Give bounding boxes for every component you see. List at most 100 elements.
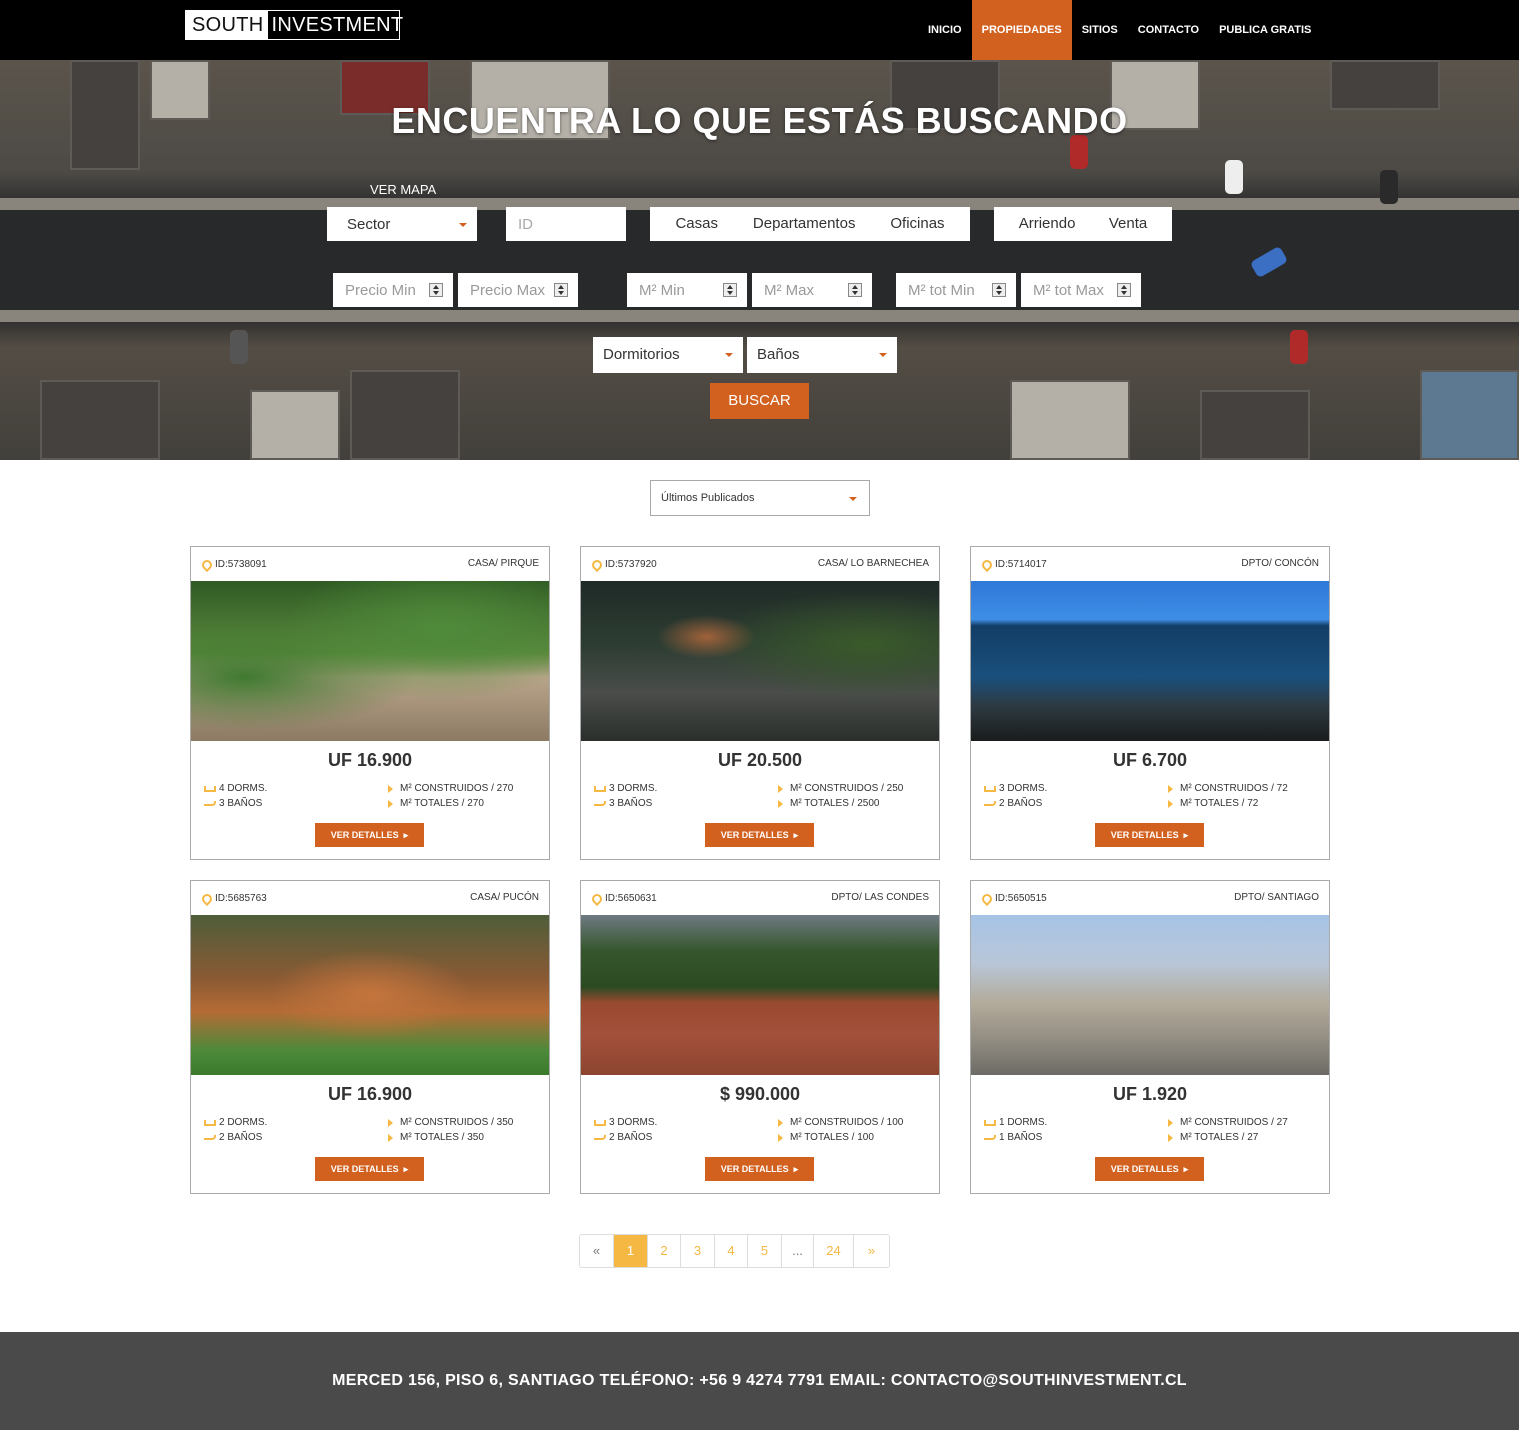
listing-totales-text: M² TOTALES / 27 (1180, 1132, 1259, 1143)
pagination-page-2[interactable]: 2 (648, 1235, 681, 1267)
bed-icon (984, 1119, 996, 1126)
listing-type: CASA/ PIRQUE (467, 558, 539, 569)
nav-item-inicio[interactable]: INICIO (918, 0, 972, 60)
property-type-toggle: Casas Departamentos Oficinas (650, 207, 970, 241)
spinner-icon[interactable] (992, 283, 1006, 297)
bed-icon (594, 1119, 606, 1126)
listing-card[interactable]: ID:5650515 DPTO/ SANTIAGO UF 1.920 1 DOR… (970, 880, 1330, 1194)
pagination-page-last[interactable]: 24 (814, 1235, 854, 1267)
type-option-departamentos[interactable]: Departamentos (743, 206, 866, 242)
m2-max-input[interactable]: M² Max (752, 273, 872, 307)
operation-option-arriendo[interactable]: Arriendo (1009, 206, 1086, 242)
caret-right-icon (1168, 1133, 1173, 1142)
operation-option-venta[interactable]: Venta (1099, 206, 1157, 242)
sort-select[interactable]: Últimos Publicados (650, 480, 870, 516)
pagination-page-5[interactable]: 5 (748, 1235, 782, 1267)
spinner-icon[interactable] (1117, 283, 1131, 297)
listing-construidos: M² CONSTRUIDOS / 350 (388, 1117, 513, 1128)
listing-dorms-text: 3 DORMS. (999, 783, 1048, 794)
caret-right-icon: ▸ (791, 830, 799, 840)
listing-price: $ 990.000 (719, 1084, 801, 1104)
ver-detalles-button[interactable]: VER DETALLES ▸ (705, 823, 814, 847)
listing-totales: M² TOTALES / 100 (778, 1132, 874, 1143)
listing-card[interactable]: ID:5650631 DPTO/ LAS CONDES $ 990.000 3 … (580, 880, 940, 1194)
listing-photo[interactable] (191, 915, 549, 1075)
buscar-button[interactable]: BUSCAR (710, 383, 809, 419)
pagination-page-4[interactable]: 4 (715, 1235, 748, 1267)
listing-banos: 2 BAÑOS (204, 1132, 262, 1143)
listing-construidos-text: M² CONSTRUIDOS / 27 (1180, 1117, 1288, 1128)
listing-photo[interactable] (581, 915, 939, 1075)
precio-max-input[interactable]: Precio Max (458, 273, 578, 307)
ver-detalles-button[interactable]: VER DETALLES ▸ (1095, 823, 1204, 847)
listing-banos-text: 3 BAÑOS (219, 798, 263, 809)
site-logo[interactable]: SOUTH INVESTMENT (185, 10, 403, 40)
listing-type: DPTO/ LAS CONDES (831, 892, 929, 903)
spinner-icon[interactable] (429, 283, 443, 297)
precio-min-placeholder: Precio Min (345, 282, 416, 299)
listing-banos: 2 BAÑOS (984, 798, 1042, 809)
location-pin-icon (589, 891, 605, 906)
listing-card[interactable]: ID:5738091 CASA/ PIRQUE UF 16.900 4 DORM… (190, 546, 550, 860)
listing-totales-text: M² TOTALES / 350 (400, 1132, 484, 1143)
listing-price: UF 6.700 (1112, 750, 1188, 770)
pagination-next[interactable]: » (854, 1235, 889, 1267)
pagination-prev[interactable]: « (580, 1235, 614, 1267)
ver-detalles-button[interactable]: VER DETALLES ▸ (705, 1157, 814, 1181)
ver-detalles-button[interactable]: VER DETALLES ▸ (1095, 1157, 1204, 1181)
listing-id: ID:5738091 (199, 557, 267, 572)
hero-car (1380, 170, 1398, 204)
hero-car (230, 330, 248, 364)
location-pin-icon (589, 557, 605, 572)
nav-item-sitios[interactable]: SITIOS (1072, 0, 1128, 60)
listing-card[interactable]: ID:5685763 CASA/ PUCÓN UF 16.900 2 DORMS… (190, 880, 550, 1194)
type-option-casas[interactable]: Casas (665, 206, 728, 242)
listing-dorms: 3 DORMS. (984, 783, 1047, 794)
precio-min-input[interactable]: Precio Min (333, 273, 453, 307)
m2-min-input[interactable]: M² Min (627, 273, 747, 307)
listing-card[interactable]: ID:5714017 DPTO/ CONCÓN UF 6.700 3 DORMS… (970, 546, 1330, 860)
hero-house (1200, 390, 1310, 460)
nav-item-propiedades[interactable]: PROPIEDADES (971, 0, 1072, 60)
m2-tot-min-placeholder: M² tot Min (908, 282, 975, 299)
listing-dorms-text: 4 DORMS. (219, 783, 268, 794)
ver-detalles-button[interactable]: VER DETALLES ▸ (315, 1157, 424, 1181)
location-pin-icon (199, 891, 215, 906)
listing-price: UF 16.900 (327, 1084, 413, 1104)
sector-select[interactable]: Sector (327, 207, 477, 241)
bed-icon (594, 785, 606, 792)
listing-id: ID:5650631 (589, 891, 657, 906)
listing-photo[interactable] (581, 581, 939, 741)
pagination-page-3[interactable]: 3 (681, 1235, 715, 1267)
listing-photo[interactable] (971, 915, 1329, 1075)
spinner-icon[interactable] (848, 283, 862, 297)
listing-header: ID:5738091 CASA/ PIRQUE (191, 547, 549, 581)
listing-totales: M² TOTALES / 350 (388, 1132, 484, 1143)
ver-detalles-label: VER DETALLES (720, 1164, 789, 1174)
listing-photo[interactable] (971, 581, 1329, 741)
listing-price: UF 1.920 (1112, 1084, 1188, 1104)
listing-card[interactable]: ID:5737920 CASA/ LO BARNECHEA UF 20.500 … (580, 546, 940, 860)
ver-detalles-button[interactable]: VER DETALLES ▸ (315, 823, 424, 847)
listing-photo[interactable] (191, 581, 549, 741)
pagination-page-1[interactable]: 1 (614, 1235, 648, 1267)
listing-totales: M² TOTALES / 27 (1168, 1132, 1258, 1143)
spinner-icon[interactable] (723, 283, 737, 297)
nav-item-contacto[interactable]: CONTACTO (1128, 0, 1209, 60)
listing-type: DPTO/ SANTIAGO (1234, 892, 1319, 903)
hero-sidewalk-bottom (0, 310, 1519, 322)
id-input[interactable]: ID (506, 207, 626, 241)
m2-tot-min-input[interactable]: M² tot Min (896, 273, 1016, 307)
nav-item-publica-gratis[interactable]: PUBLICA GRATIS (1209, 0, 1321, 60)
m2-tot-max-input[interactable]: M² tot Max (1021, 273, 1141, 307)
type-option-oficinas[interactable]: Oficinas (880, 206, 954, 242)
banos-select[interactable]: Baños (747, 337, 897, 373)
listing-id: ID:5714017 (979, 557, 1047, 572)
caret-right-icon (778, 799, 783, 808)
ver-mapa-link[interactable]: VER MAPA (370, 182, 436, 197)
bathtub-icon (204, 1135, 216, 1140)
hero-house (350, 370, 460, 460)
listing-dorms-text: 2 DORMS. (219, 1117, 268, 1128)
spinner-icon[interactable] (554, 283, 568, 297)
dormitorios-select[interactable]: Dormitorios (593, 337, 743, 373)
